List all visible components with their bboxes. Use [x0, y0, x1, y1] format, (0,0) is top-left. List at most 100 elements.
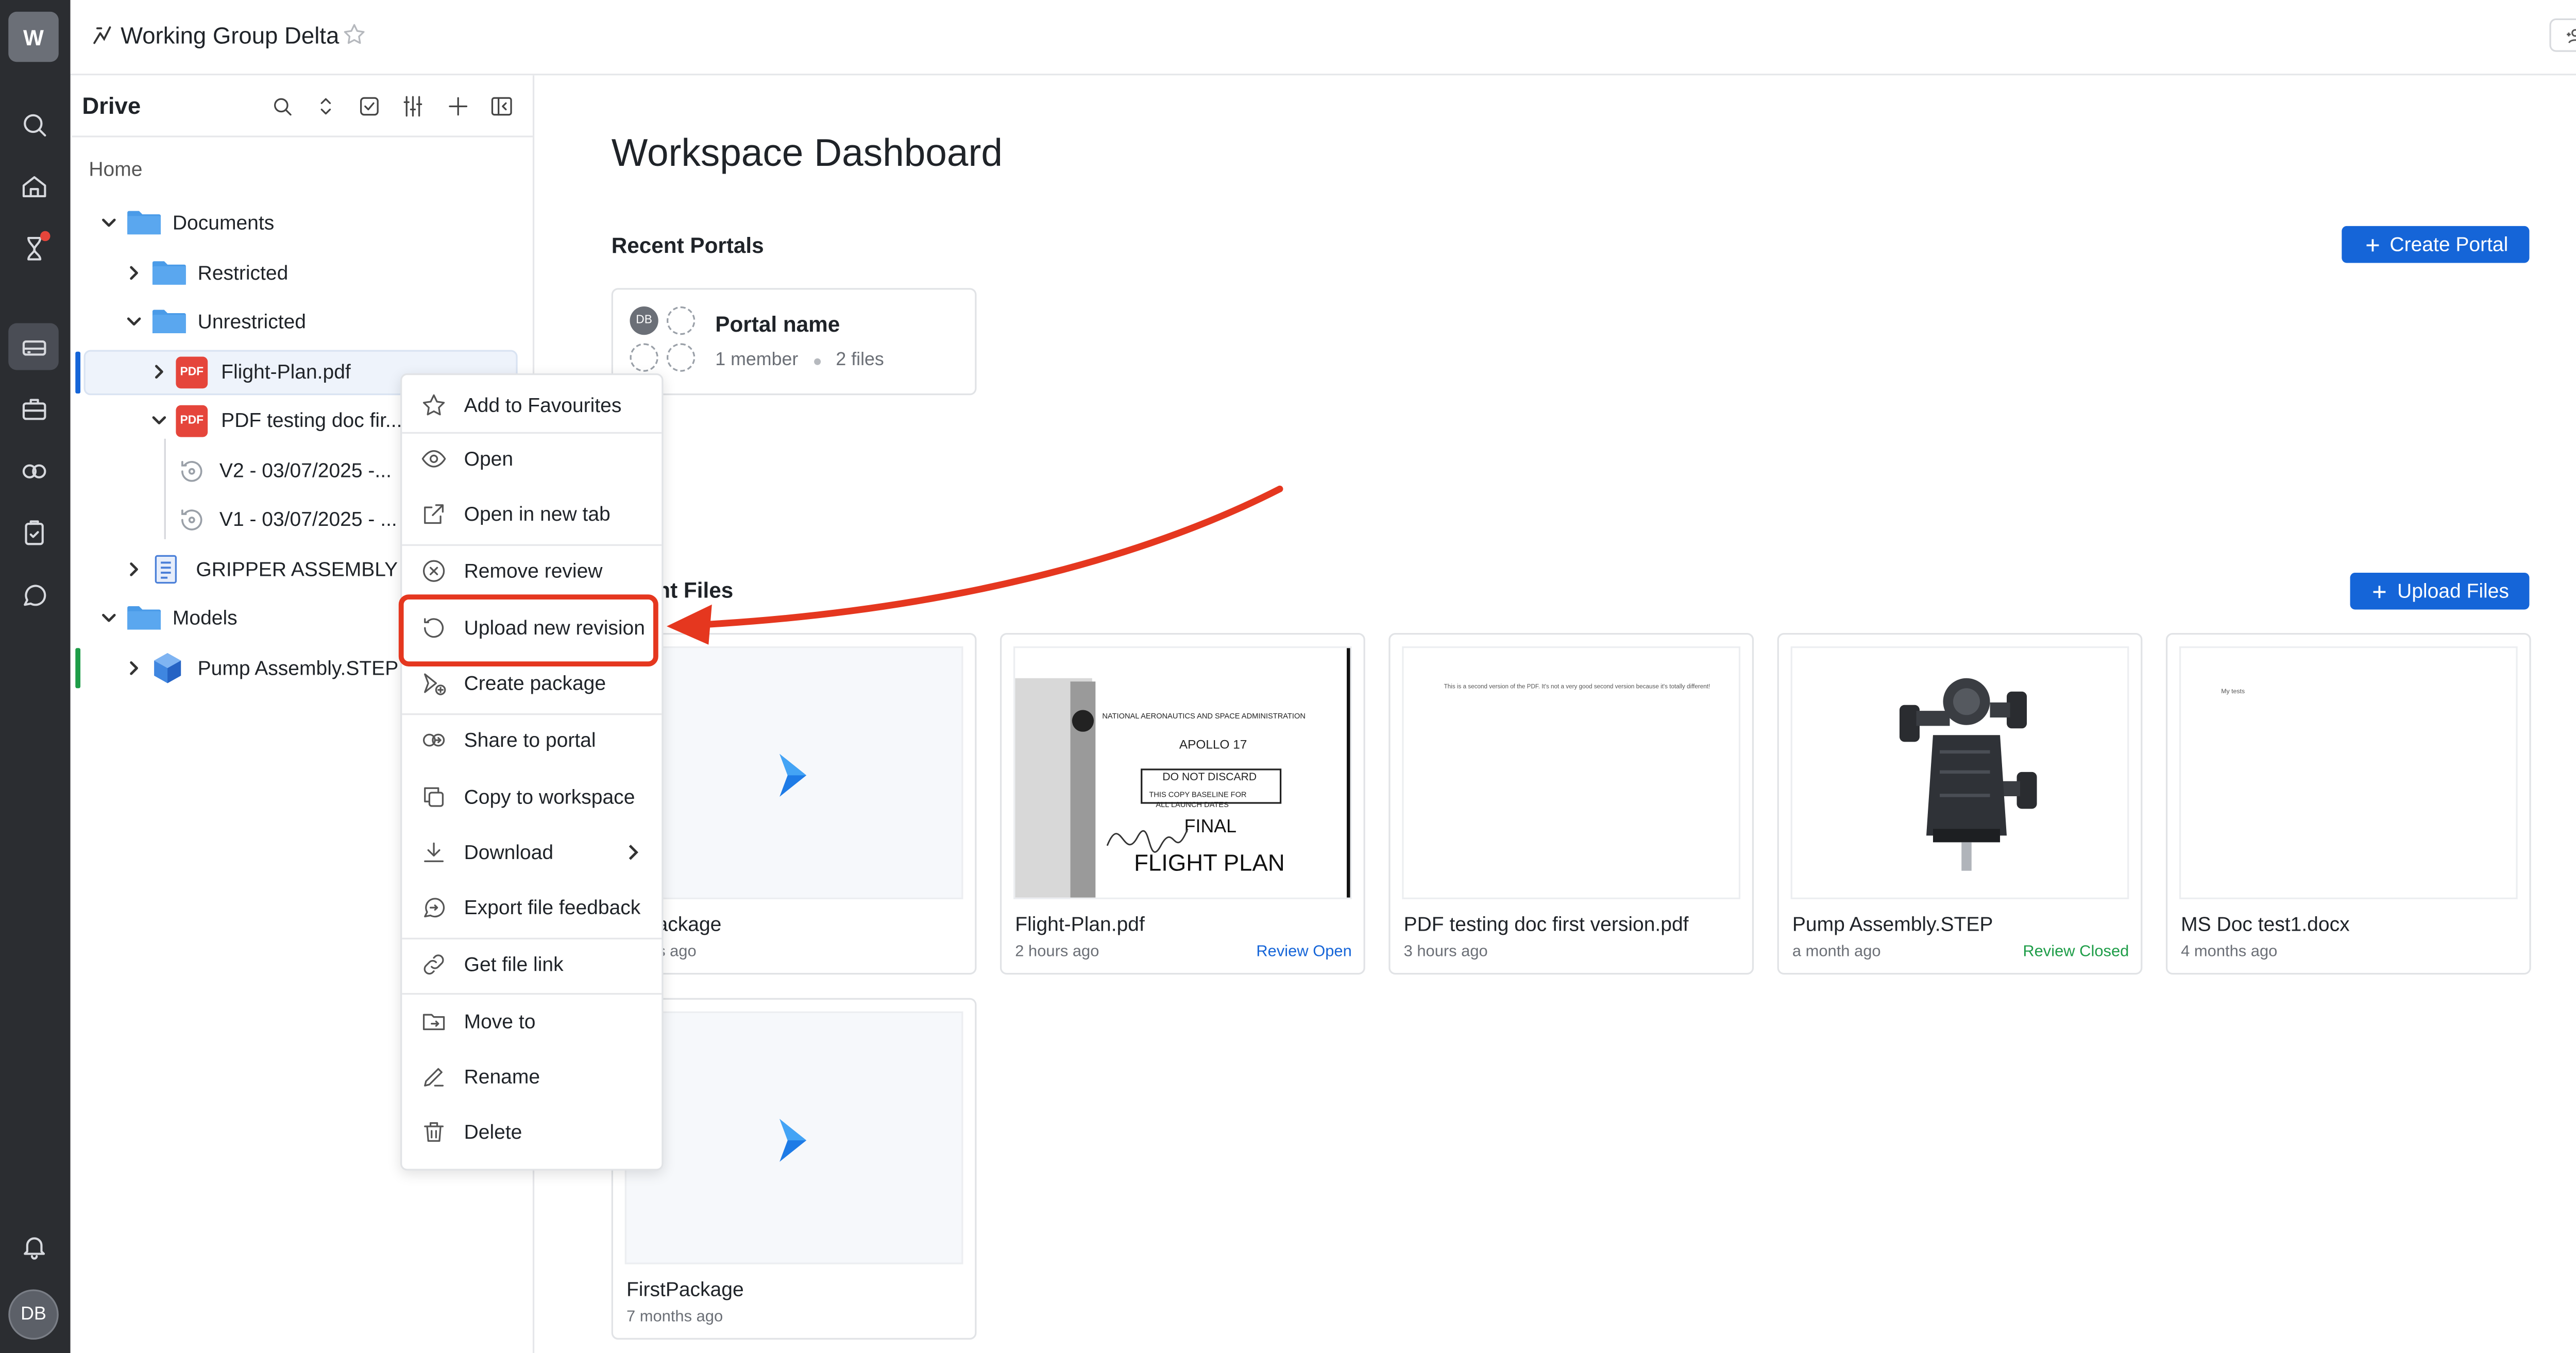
tree-item-restricted[interactable]: Restricted [124, 251, 288, 295]
thumb-text: DO NOT DISCARD [1162, 772, 1257, 784]
assembly-doc-icon [152, 554, 179, 585]
file-card[interactable]: FirstPackage 7 months ago [611, 998, 977, 1340]
menu-item-get-file-link[interactable]: Get file link [402, 939, 662, 990]
menu-item-copy-to-workspace[interactable]: Copy to workspace [402, 772, 662, 823]
home-icon[interactable] [12, 164, 56, 208]
chevron-down-icon[interactable] [99, 213, 119, 233]
chat-icon[interactable] [12, 573, 56, 616]
file-thumbnail: My tests [2179, 646, 2518, 899]
review-status-badge: Review Closed [2023, 943, 2129, 962]
user-avatar[interactable]: DB [8, 1289, 59, 1340]
file-time: 3 hours ago [1403, 943, 1488, 962]
tree-item-pump-assembly[interactable]: Pump Assembly.STEP [124, 646, 398, 690]
upload-files-label: Upload Files [2397, 579, 2509, 603]
menu-item-rename[interactable]: Rename [402, 1052, 662, 1102]
workspace-switcher[interactable]: W [8, 11, 59, 62]
version-history-icon [178, 456, 206, 485]
chevron-right-icon[interactable] [149, 362, 169, 382]
checklist-icon[interactable] [12, 511, 56, 555]
menu-item-delete[interactable]: Delete [402, 1107, 662, 1157]
package-add-icon [420, 670, 447, 697]
menu-item-label: Delete [464, 1120, 522, 1144]
file-card[interactable]: My tests MS Doc test1.docx 4 months ago [2165, 632, 2531, 975]
annotation-highlight-box [398, 594, 658, 667]
search-icon[interactable] [266, 91, 297, 121]
review-status-badge: Review Open [1256, 943, 1352, 962]
plus-icon [2366, 238, 2379, 251]
breadcrumb-home[interactable]: Home [89, 158, 142, 181]
file-card[interactable]: This is a second version of the PDF. It'… [1388, 632, 1754, 975]
flask-icon[interactable] [12, 226, 56, 270]
menu-item-share-to-portal[interactable]: Share to portal [402, 715, 662, 765]
portal-card[interactable]: DB Portal name 1 member 2 files [611, 288, 977, 396]
file-time: 7 months ago [626, 1308, 723, 1327]
file-thumbnail: This is a second version of the PDF. It'… [1402, 646, 1741, 899]
scan-border [1347, 648, 1350, 898]
menu-item-label: Copy to workspace [464, 785, 635, 809]
chevron-down-icon[interactable] [149, 410, 169, 431]
tree-item-unrestricted[interactable]: Unrestricted [124, 300, 306, 344]
menu-item-label: Get file link [464, 952, 564, 977]
select-checkbox-icon[interactable] [353, 91, 384, 121]
favourite-star-icon[interactable] [342, 22, 368, 48]
upload-files-button[interactable]: Upload Files [2350, 572, 2530, 610]
folder-icon [127, 605, 161, 631]
bell-icon[interactable] [12, 1224, 56, 1268]
file-name: FirstPackage [626, 1277, 744, 1301]
tree-item-label: Unrestricted [197, 310, 306, 334]
file-card[interactable]: NATIONAL AERONAUTICS AND SPACE ADMINISTR… [1000, 632, 1365, 975]
pdf-file-icon: PDF [176, 355, 208, 388]
briefcase-icon[interactable] [12, 387, 56, 431]
package-logo-icon [779, 1119, 807, 1162]
menu-item-open[interactable]: Open [402, 434, 662, 484]
menu-item-export-file-feedback[interactable]: Export file feedback [402, 882, 662, 933]
file-name: MS Doc test1.docx [2181, 912, 2350, 936]
filter-sliders-icon[interactable] [397, 91, 428, 121]
menu-item-move-to[interactable]: Move to [402, 997, 662, 1047]
search-icon[interactable] [12, 102, 56, 146]
chevron-right-icon[interactable] [124, 559, 144, 579]
create-portal-label: Create Portal [2389, 232, 2509, 256]
menu-divider [402, 993, 662, 995]
thumb-text: NATIONAL AERONAUTICS AND SPACE ADMINISTR… [1102, 711, 1306, 721]
collapse-panel-icon[interactable] [486, 91, 516, 121]
tree-item-flight-plan[interactable]: PDF Flight-Plan.pdf [149, 350, 351, 394]
tree-item-documents[interactable]: Documents [99, 201, 274, 245]
chevron-right-icon [626, 842, 640, 862]
trash-icon [420, 1119, 447, 1145]
members-button[interactable]: 1 [2549, 18, 2576, 52]
file-time: 4 months ago [2181, 943, 2278, 962]
menu-item-label: Rename [464, 1065, 540, 1089]
expand-collapse-icon[interactable] [310, 91, 340, 121]
tree-item-label: Models [172, 606, 238, 630]
portal-icon[interactable] [12, 449, 56, 492]
menu-item-remove-review[interactable]: Remove review [402, 546, 662, 596]
drive-icon[interactable] [8, 323, 59, 370]
chevron-right-icon[interactable] [124, 658, 144, 678]
pencil-icon [420, 1064, 447, 1090]
menu-item-download[interactable]: Download [402, 827, 662, 878]
tree-item-version-v1[interactable]: V1 - 03/07/2025 - ... [178, 498, 397, 541]
tree-item-pdf-testing[interactable]: PDF PDF testing doc fir... [149, 399, 402, 442]
file-time: 2 hours ago [1015, 943, 1099, 962]
eye-icon [420, 446, 447, 472]
create-portal-button[interactable]: Create Portal [2342, 226, 2530, 263]
chevron-right-icon[interactable] [124, 263, 144, 283]
file-thumbnail: NATIONAL AERONAUTICS AND SPACE ADMINISTR… [1013, 646, 1352, 899]
annotation-arrow [667, 485, 1283, 645]
file-card[interactable]: a Package nutes ago [611, 632, 977, 975]
menu-item-add-to-favourites[interactable]: Add to Favourites [402, 380, 662, 431]
tree-item-label: GRIPPER ASSEMBLY ... [196, 557, 420, 581]
add-icon[interactable] [442, 91, 472, 121]
context-menu: Add to Favourites Open Open in new tab R… [400, 373, 664, 1171]
tree-item-models[interactable]: Models [99, 596, 238, 640]
tree-item-version-v2[interactable]: V2 - 03/07/2025 -... [178, 449, 392, 492]
dot-separator [814, 358, 821, 365]
tree-item-gripper[interactable]: GRIPPER ASSEMBLY ... [124, 547, 420, 591]
empty-avatar-slot-icon [667, 306, 696, 335]
chevron-down-icon[interactable] [99, 608, 119, 628]
file-card[interactable]: Pump Assembly.STEP a month ago Review Cl… [1777, 632, 2143, 975]
menu-item-open-in-new-tab[interactable]: Open in new tab [402, 489, 662, 539]
menu-item-label: Create package [464, 671, 606, 695]
chevron-down-icon[interactable] [124, 312, 144, 332]
